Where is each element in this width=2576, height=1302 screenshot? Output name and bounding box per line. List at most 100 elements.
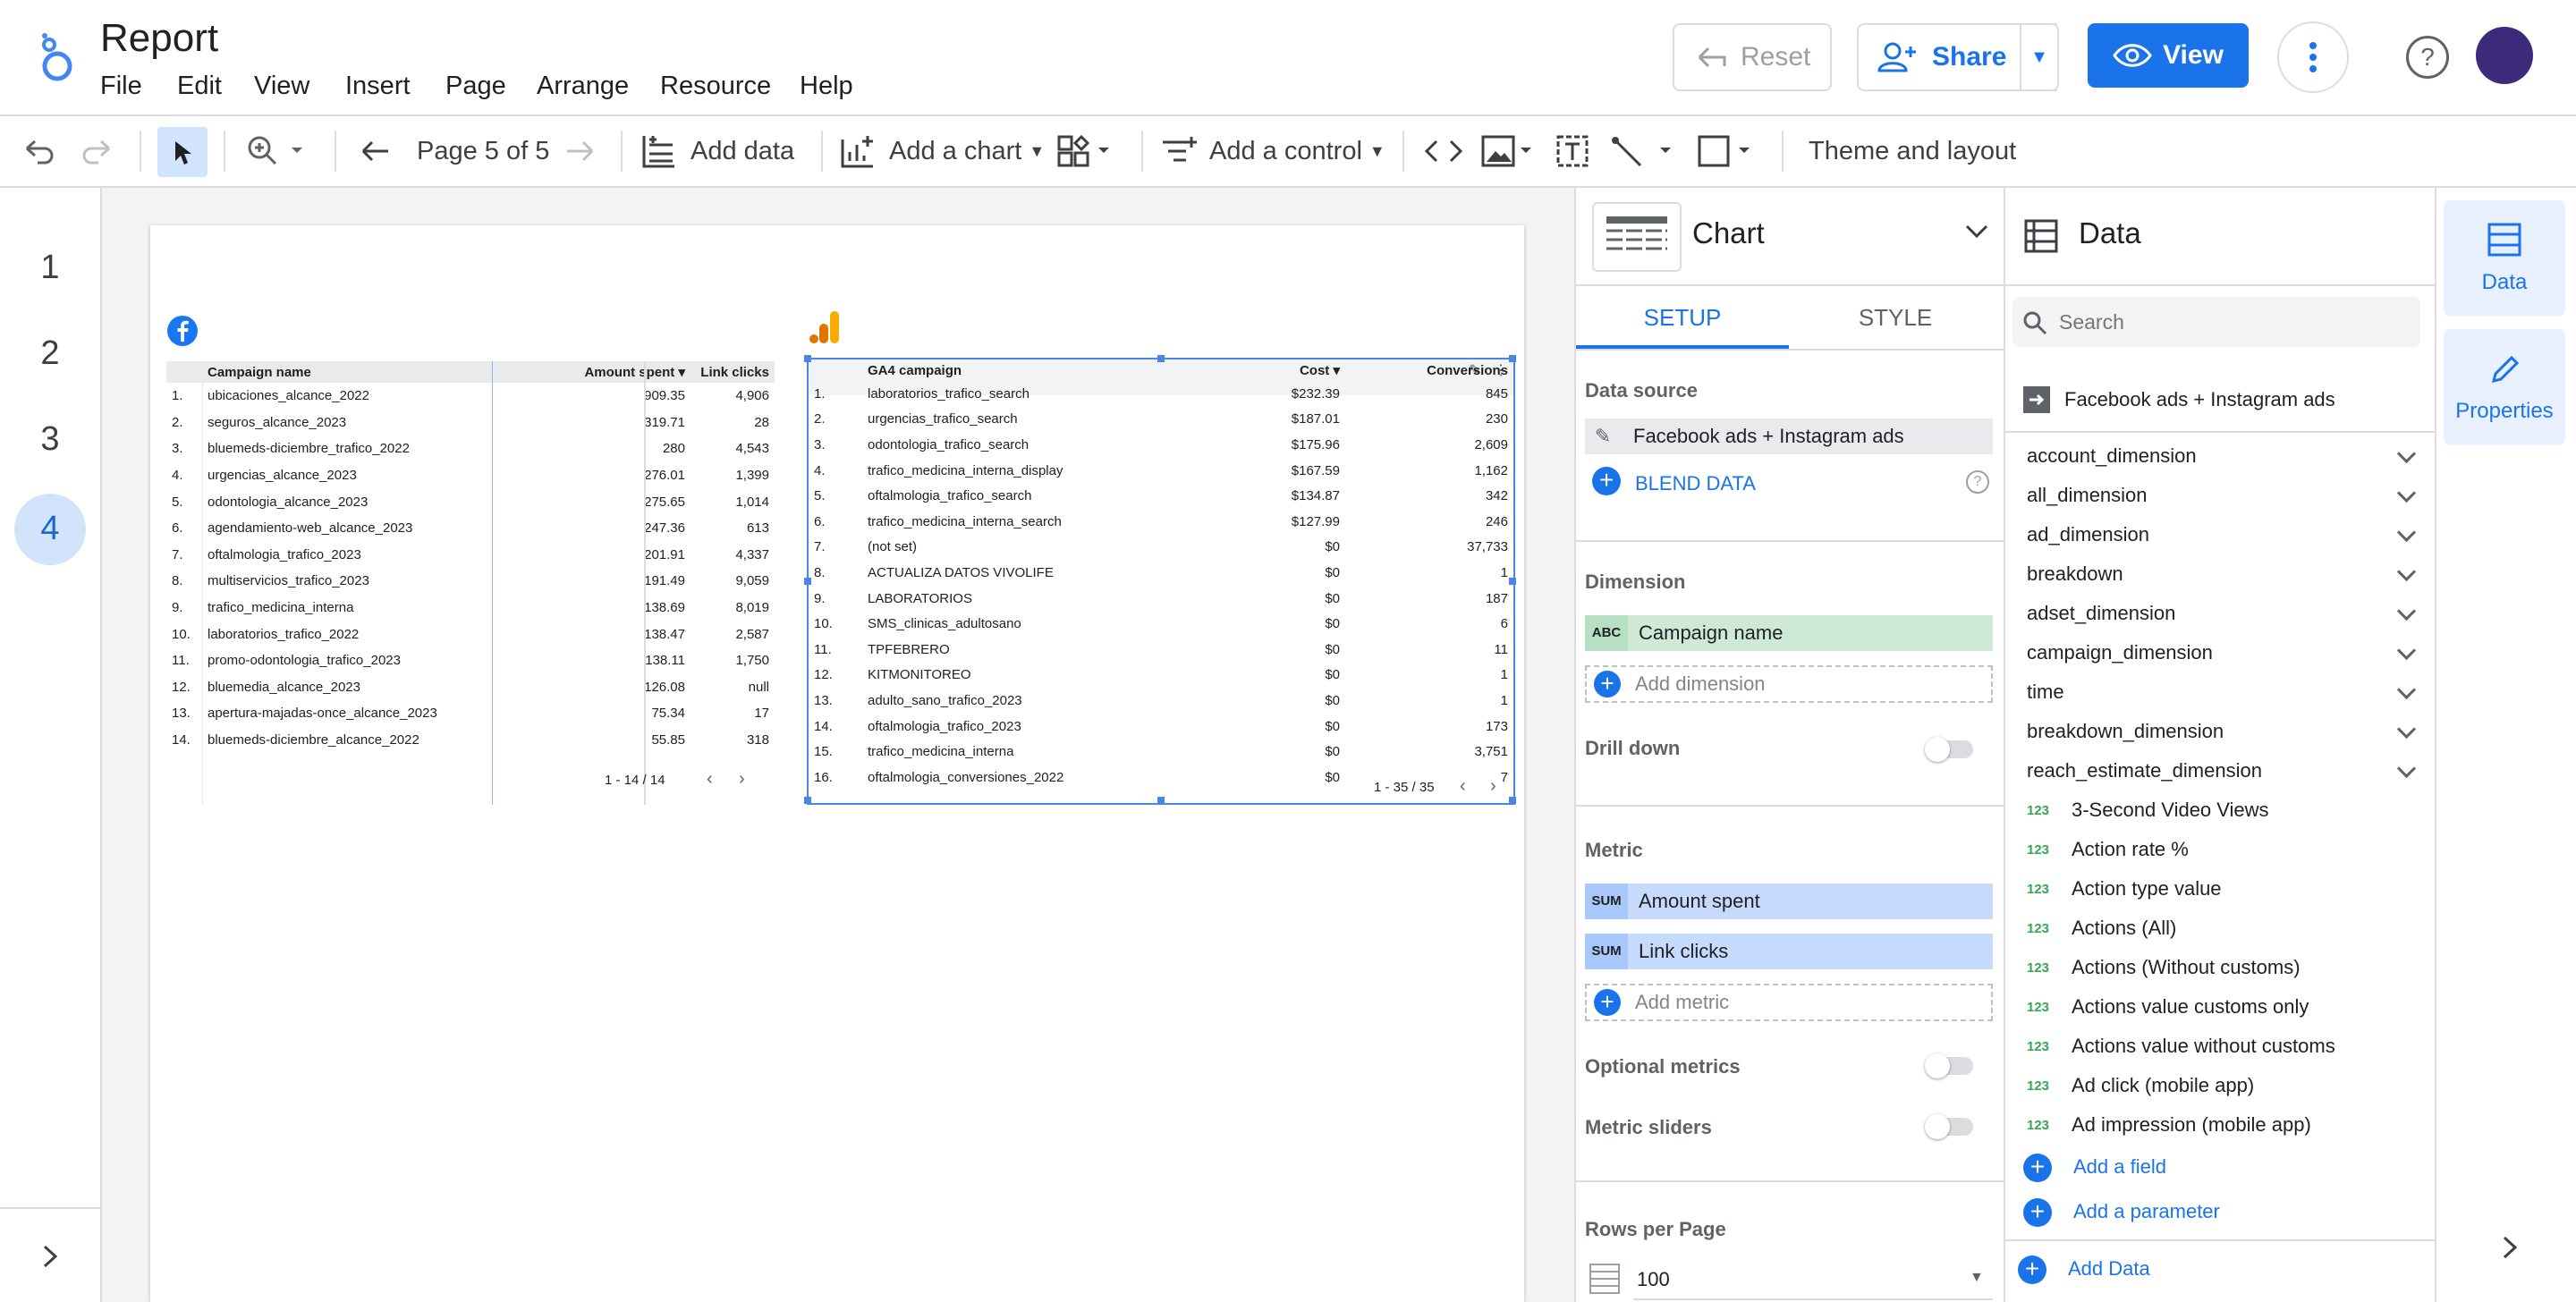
optional-metrics-toggle[interactable]	[1925, 1053, 1973, 1078]
tab-style[interactable]: STYLE	[1789, 286, 2002, 349]
menu-arrange[interactable]: Arrange	[537, 72, 629, 101]
next-page-icon[interactable]: ›	[739, 769, 745, 790]
table-1-header-amount-spent[interactable]: Amount spent ▾	[528, 361, 691, 383]
page-item-2[interactable]: 2	[0, 334, 100, 373]
facebook-ads-table[interactable]: Campaign name Amount spent ▾ Link clicks…	[166, 361, 775, 805]
table-row[interactable]: 10. SMS_clinicas_adultosano $0 6	[809, 611, 1513, 637]
metric-field[interactable]: 123 Ad click (mobile app)	[2027, 1066, 2420, 1105]
metric-field[interactable]: 123 Actions (Without customs)	[2027, 948, 2420, 987]
menu-edit[interactable]: Edit	[177, 72, 222, 101]
add-dimension-button[interactable]: + Add dimension	[1585, 665, 1993, 703]
metric-field[interactable]: 123 Action type value	[2027, 869, 2420, 909]
dimension-group-breakdown[interactable]: breakdown	[2027, 554, 2420, 594]
table-row[interactable]: 14. oftalmologia_trafico_2023 $0 173	[809, 714, 1513, 740]
table-row[interactable]: 15. trafico_medicina_interna $0 3,751	[809, 739, 1513, 765]
table-row[interactable]: 13. apertura-majadas-once_alcance_2023 75.…	[166, 700, 775, 727]
avatar[interactable]	[2476, 27, 2533, 84]
dimension-group-reach-estimate[interactable]: reach_estimate_dimension	[2027, 751, 2420, 790]
table-row[interactable]: 8. multiservicios_trafico_2023 191.49 9,059	[166, 568, 775, 595]
table-row[interactable]: 4. urgencias_alcance_2023 276.01 1,399	[166, 462, 775, 489]
image-icon[interactable]	[1481, 116, 1535, 186]
more-options-button[interactable]	[2277, 21, 2349, 93]
table-row[interactable]: 5. oftalmologia_trafico_search $134.87 342	[809, 483, 1513, 509]
chevron-down-icon[interactable]	[1964, 224, 1989, 240]
search-input[interactable]	[2057, 308, 2410, 336]
rows-per-page-select[interactable]: 100 ▼	[1633, 1256, 1993, 1300]
menu-file[interactable]: File	[100, 72, 142, 101]
blend-data-link[interactable]: BLEND DATA	[1635, 472, 1756, 495]
metric-field[interactable]: 123 Action rate %	[2027, 830, 2420, 869]
ga4-campaign-table[interactable]: ✎ ⋮ GA4 campaign Cost ▾ Conversions 1. la…	[804, 355, 1516, 805]
report-title[interactable]: Report	[100, 16, 218, 61]
metric-field[interactable]: 123 3-Second Video Views	[2027, 790, 2420, 830]
help-icon[interactable]: ?	[2406, 36, 2449, 79]
table-row[interactable]: 2. seguros_alcance_2023 319.71 28	[166, 410, 775, 436]
table-row[interactable]: 5. odontologia_alcance_2023 275.65 1,014	[166, 488, 775, 515]
redo-icon[interactable]	[80, 116, 113, 186]
undo-icon[interactable]	[23, 116, 55, 186]
table-row[interactable]: 3. odontologia_trafico_search $175.96 2,609	[809, 432, 1513, 458]
page-item-4[interactable]: 4	[0, 510, 100, 548]
zoom-icon[interactable]	[245, 116, 302, 186]
prev-page-icon[interactable]: ‹	[1460, 776, 1466, 797]
metric-sliders-toggle[interactable]	[1925, 1114, 1973, 1139]
table-1-header-link-clicks[interactable]: Link clicks	[691, 361, 775, 383]
table-row[interactable]: 1. laboratorios_trafico_search $232.39 845	[809, 381, 1513, 407]
table-row[interactable]: 6. trafico_medicina_interna_search $127.99…	[809, 509, 1513, 535]
resize-handle[interactable]	[1509, 578, 1516, 585]
add-data-link[interactable]: Add Data	[2068, 1257, 2150, 1281]
menu-help[interactable]: Help	[800, 72, 853, 101]
line-icon[interactable]	[1610, 116, 1682, 186]
resize-handle[interactable]	[804, 578, 811, 585]
resize-handle[interactable]	[1157, 797, 1165, 804]
menu-view[interactable]: View	[254, 72, 309, 101]
help-icon[interactable]: ?	[1966, 470, 1989, 494]
select-tool-button[interactable]	[157, 127, 208, 177]
table-row[interactable]: 9. trafico_medicina_interna 138.69 8,019	[166, 595, 775, 621]
table-row[interactable]: 9. LABORATORIOS $0 187	[809, 586, 1513, 612]
page-item-1[interactable]: 1	[0, 249, 100, 287]
theme-and-layout-button[interactable]: Theme and layout	[1809, 116, 2016, 186]
rail-data-button[interactable]: Data	[2444, 200, 2565, 317]
dimension-group-ad[interactable]: ad_dimension	[2027, 515, 2420, 554]
table-row[interactable]: 2. urgencias_trafico_search $187.01 230	[809, 407, 1513, 433]
search-box[interactable]	[2012, 297, 2420, 347]
table-row[interactable]: 4. trafico_medicina_interna_display $167.5…	[809, 458, 1513, 484]
dimension-group-account[interactable]: account_dimension	[2027, 436, 2420, 476]
table-row[interactable]: 1. ubicaciones_alcance_2022 909.35 4,906	[166, 383, 775, 410]
resize-handle[interactable]	[804, 797, 811, 804]
resize-handle[interactable]	[1509, 355, 1516, 362]
prev-page-icon[interactable]: ‹	[707, 769, 713, 790]
expand-panel-icon[interactable]	[41, 1243, 59, 1270]
metric-field[interactable]: 123 Actions value without customs	[2027, 1027, 2420, 1066]
table-row[interactable]: 7. (not set) $0 37,733	[809, 535, 1513, 561]
add-metric-button[interactable]: + Add metric	[1585, 984, 1993, 1021]
table-row[interactable]: 7. oftalmologia_trafico_2023 201.91 4,337	[166, 542, 775, 569]
table-row[interactable]: 11. promo-odontologia_trafico_2023 138.11 1…	[166, 647, 775, 674]
next-page-icon[interactable]	[564, 116, 596, 186]
menu-page[interactable]: Page	[445, 72, 506, 101]
metric-chip-amount-spent[interactable]: SUM Amount spent	[1585, 884, 1993, 919]
embed-code-icon[interactable]	[1424, 116, 1463, 186]
table-2-header-cost[interactable]: Cost ▾	[1184, 359, 1345, 381]
dimension-group-breakdown-dimension[interactable]: breakdown_dimension	[2027, 712, 2420, 751]
table-1-header-campaign-name[interactable]: Campaign name	[202, 361, 528, 383]
previous-page-icon[interactable]	[360, 116, 392, 186]
table-2-header-ga4-campaign[interactable]: GA4 campaign	[862, 359, 1184, 381]
menu-resource[interactable]: Resource	[660, 72, 771, 101]
table-row[interactable]: 3. bluemeds-diciembre_trafico_2022 280 4,54…	[166, 435, 775, 462]
resize-handle[interactable]	[804, 355, 811, 362]
table-row[interactable]: 14. bluemeds-diciembre_alcance_2022 55.85 3…	[166, 727, 775, 754]
table-row[interactable]: 11. TPFEBRERO $0 11	[809, 637, 1513, 663]
view-button[interactable]: View	[2088, 23, 2249, 88]
shape-icon[interactable]	[1696, 116, 1758, 186]
resize-handle[interactable]	[1509, 797, 1516, 804]
metric-chip-link-clicks[interactable]: SUM Link clicks	[1585, 934, 1993, 969]
dimension-group-adset[interactable]: adset_dimension	[2027, 594, 2420, 633]
table-row[interactable]: 8. ACTUALIZA DATOS VIVOLIFE $0 1	[809, 560, 1513, 586]
dimension-group-time[interactable]: time	[2027, 672, 2420, 712]
metric-field[interactable]: 123 Actions value customs only	[2027, 987, 2420, 1027]
add-circle-icon[interactable]: +	[1592, 467, 1621, 495]
table-chart-type-icon[interactable]	[1592, 202, 1682, 272]
add-circle-icon[interactable]: +	[2023, 1198, 2052, 1227]
